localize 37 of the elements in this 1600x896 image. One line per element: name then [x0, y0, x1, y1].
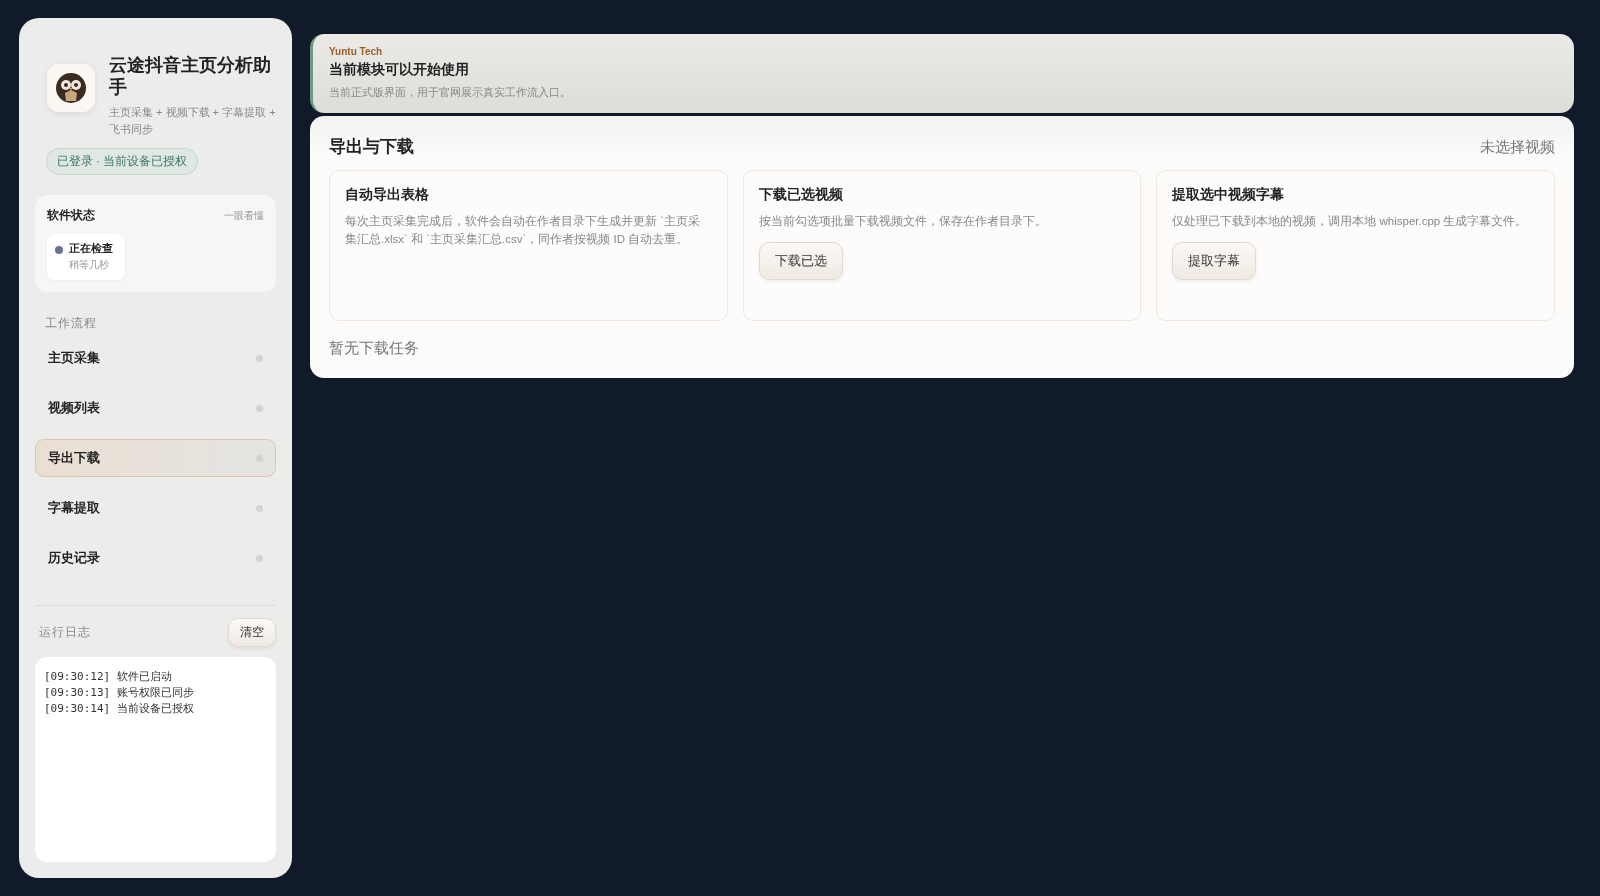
log-line: [09:30:14] 当前设备已授权: [44, 701, 195, 717]
dot-icon: [256, 504, 263, 512]
log-line: [09:30:12] 软件已启动: [44, 669, 173, 685]
status-title: 软件状态: [47, 207, 95, 224]
app-title: 云途抖音主页分析助手: [109, 54, 272, 98]
app-subtitle: 主页采集 + 视频下载 + 字幕提取 + 飞书同步: [109, 105, 276, 137]
status-text: 正在检查: [69, 242, 113, 256]
card-description: 按当前勾选项批量下载视频文件，保存在作者目录下。: [758, 214, 1047, 229]
banner-text: 当前正式版界面，用于官网展示真实工作流入口。: [329, 85, 572, 100]
clear-button[interactable]: 清空: [228, 618, 276, 647]
nav-item[interactable]: 导出下载: [35, 439, 276, 477]
banner-title: 当前模块可以开始使用: [329, 61, 470, 79]
status-detail: 稍等几秒: [69, 258, 110, 272]
section-title: 工作流程: [45, 316, 98, 331]
nav-item[interactable]: 主页采集: [35, 339, 276, 377]
log-line: [09:30:13] 账号权限已同步: [44, 685, 195, 701]
card-description: 每次主页采集完成后，软件会自动在作者目录下生成并更新 `主页采集汇总.xlsx` 和 `主页采集汇总.csv`，同作者按视频 ID 自动去重。: [345, 214, 702, 247]
card-title: 自动导出表格: [345, 186, 429, 204]
owl-logo-icon: [47, 64, 95, 112]
nav-item[interactable]: 视频列表: [35, 389, 276, 427]
card-title: 下载已选视频: [758, 186, 843, 204]
log-title: 运行日志: [39, 625, 91, 640]
auth-badge: 已登录 · 当前设备已授权: [46, 148, 199, 175]
card-title: 提取选中视频字幕: [1172, 186, 1285, 204]
selection-status: 未选择视频: [1480, 137, 1555, 157]
brand-label: Yuntu Tech: [329, 46, 384, 57]
empty-state-text: 暂无下载任务: [329, 339, 420, 358]
dot-icon: [256, 354, 263, 362]
dot-icon: [256, 554, 263, 562]
card-description: 仅处理已下载到本地的视频，调用本地 whisper.cpp 生成字幕文件。: [1172, 214, 1528, 229]
nav-item[interactable]: 字幕提取: [35, 489, 276, 527]
nav-item[interactable]: 历史记录: [35, 539, 276, 577]
status-dot-icon: [55, 246, 63, 254]
dot-icon: [256, 404, 263, 412]
action-button[interactable]: 提取字幕: [1172, 242, 1257, 280]
panel-title: 导出与下载: [329, 136, 414, 157]
action-button[interactable]: 下载已选: [758, 242, 843, 280]
